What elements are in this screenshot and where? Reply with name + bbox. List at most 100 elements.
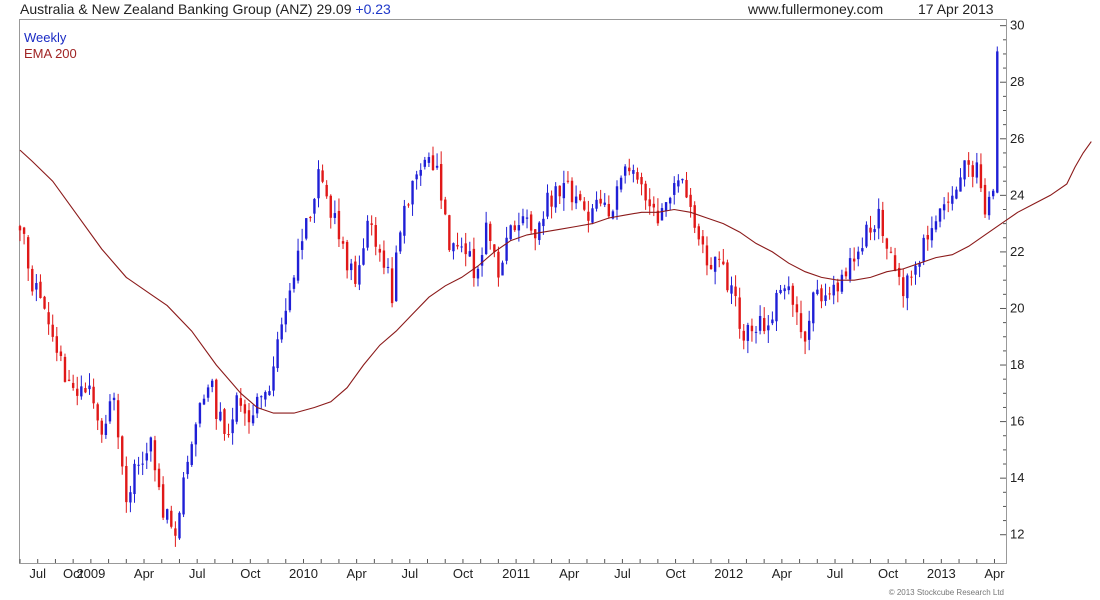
- candle-body: [125, 465, 128, 503]
- candle-body: [407, 204, 410, 206]
- candle-body: [366, 220, 369, 248]
- x-tick-label: Oct: [453, 566, 474, 581]
- candle-body: [251, 415, 255, 424]
- candle-body: [644, 183, 647, 201]
- candle-body: [632, 170, 635, 174]
- candle-body: [231, 419, 234, 434]
- candle-body: [206, 387, 210, 398]
- candle-body: [718, 258, 721, 260]
- candle-body: [546, 192, 549, 217]
- candle-body: [337, 210, 341, 240]
- candle-body: [865, 224, 868, 247]
- candle-body: [987, 196, 991, 216]
- candle-body: [942, 204, 946, 211]
- candle-body: [427, 157, 431, 163]
- candle-body: [779, 289, 782, 294]
- candle-body: [550, 195, 553, 207]
- candle-body: [67, 379, 71, 381]
- candle-body: [272, 366, 275, 391]
- candle-body: [983, 184, 987, 215]
- legend-weekly: Weekly: [24, 30, 67, 45]
- candle-body: [591, 208, 594, 223]
- candle-body: [607, 203, 611, 217]
- candle-body: [182, 477, 185, 515]
- candle-body: [104, 423, 108, 435]
- candle-body: [31, 268, 34, 292]
- candle-body: [280, 324, 283, 340]
- candle-body: [386, 266, 390, 268]
- candle-body: [758, 315, 762, 331]
- candle-body: [668, 197, 672, 204]
- x-tick-label: 2013: [927, 566, 956, 581]
- candle-body: [996, 51, 999, 193]
- candle-body: [276, 339, 279, 369]
- x-tick-label: Apr: [984, 566, 1005, 581]
- candle-body: [615, 186, 619, 210]
- candle-body: [227, 434, 230, 436]
- candle-body: [133, 463, 136, 495]
- candle-body: [738, 297, 741, 329]
- x-axis-labels: Jul Oct 2009 Apr Jul Oct 2010 Apr Jul Oct 2011 Apr J…: [29, 566, 1005, 581]
- candle-body: [149, 437, 153, 452]
- candle-body: [145, 453, 148, 461]
- price-chart: 12 14 16 18 20 22 24 26 28 30 Jul Oct 2009 Apr Jul Oct…: [18, 18, 1092, 597]
- candle-body: [313, 198, 316, 214]
- candle-body: [296, 250, 300, 281]
- candle-body: [873, 229, 876, 233]
- x-tick-label: Oct: [240, 566, 261, 581]
- y-axis-labels: 12 14 16 18 20 22 24 26 28 30: [1010, 18, 1024, 542]
- candle-body: [832, 284, 835, 296]
- candle-body: [726, 262, 729, 291]
- candle-body: [951, 195, 954, 204]
- candle-body: [170, 510, 173, 527]
- candle-body: [562, 183, 566, 199]
- candle-body: [529, 214, 533, 231]
- candle-body: [807, 320, 811, 340]
- candle-body: [783, 288, 786, 292]
- candle-body: [210, 380, 214, 387]
- candle-body: [116, 400, 120, 438]
- x-tick-label: Jul: [189, 566, 206, 581]
- candle-body: [329, 195, 332, 218]
- candle-body: [223, 409, 226, 434]
- y-tick-label: 22: [1010, 244, 1024, 259]
- y-tick-label: 30: [1010, 18, 1024, 33]
- candle-body: [934, 221, 938, 230]
- candle-body: [947, 201, 950, 203]
- candle-body: [239, 398, 243, 406]
- copyright-notice: © 2013 Stockcube Research Ltd: [889, 588, 1004, 597]
- candle-body: [423, 159, 427, 167]
- candle-body: [501, 262, 504, 276]
- candle-body: [816, 289, 819, 294]
- candle-body: [893, 255, 897, 271]
- candle-body: [709, 264, 713, 270]
- candle-body: [288, 290, 292, 311]
- candle-body: [685, 179, 688, 198]
- candle-body: [460, 246, 463, 248]
- x-tick-label: Oct: [665, 566, 686, 581]
- candle-body: [713, 256, 717, 272]
- candle-body: [202, 398, 206, 405]
- candle-body: [852, 258, 856, 262]
- candle-body: [734, 286, 737, 297]
- candle-body: [497, 251, 500, 278]
- candle-body: [484, 222, 488, 255]
- candle-body: [689, 194, 692, 207]
- candle-body: [399, 232, 402, 252]
- candle-body: [47, 312, 50, 325]
- x-tick-label: 2012: [714, 566, 743, 581]
- candle-body: [623, 166, 627, 176]
- candle-body: [542, 218, 545, 227]
- candle-body: [76, 388, 79, 396]
- candle-body: [517, 225, 521, 231]
- candle-body: [844, 271, 848, 277]
- candle-body: [664, 202, 668, 212]
- candle-body: [840, 274, 844, 292]
- candle-body: [219, 411, 222, 421]
- candle-body: [476, 268, 480, 279]
- candle-body: [930, 228, 934, 241]
- candle-body: [771, 319, 774, 324]
- candle-body: [305, 218, 308, 239]
- candle-body: [403, 205, 406, 236]
- candle-body: [390, 268, 394, 304]
